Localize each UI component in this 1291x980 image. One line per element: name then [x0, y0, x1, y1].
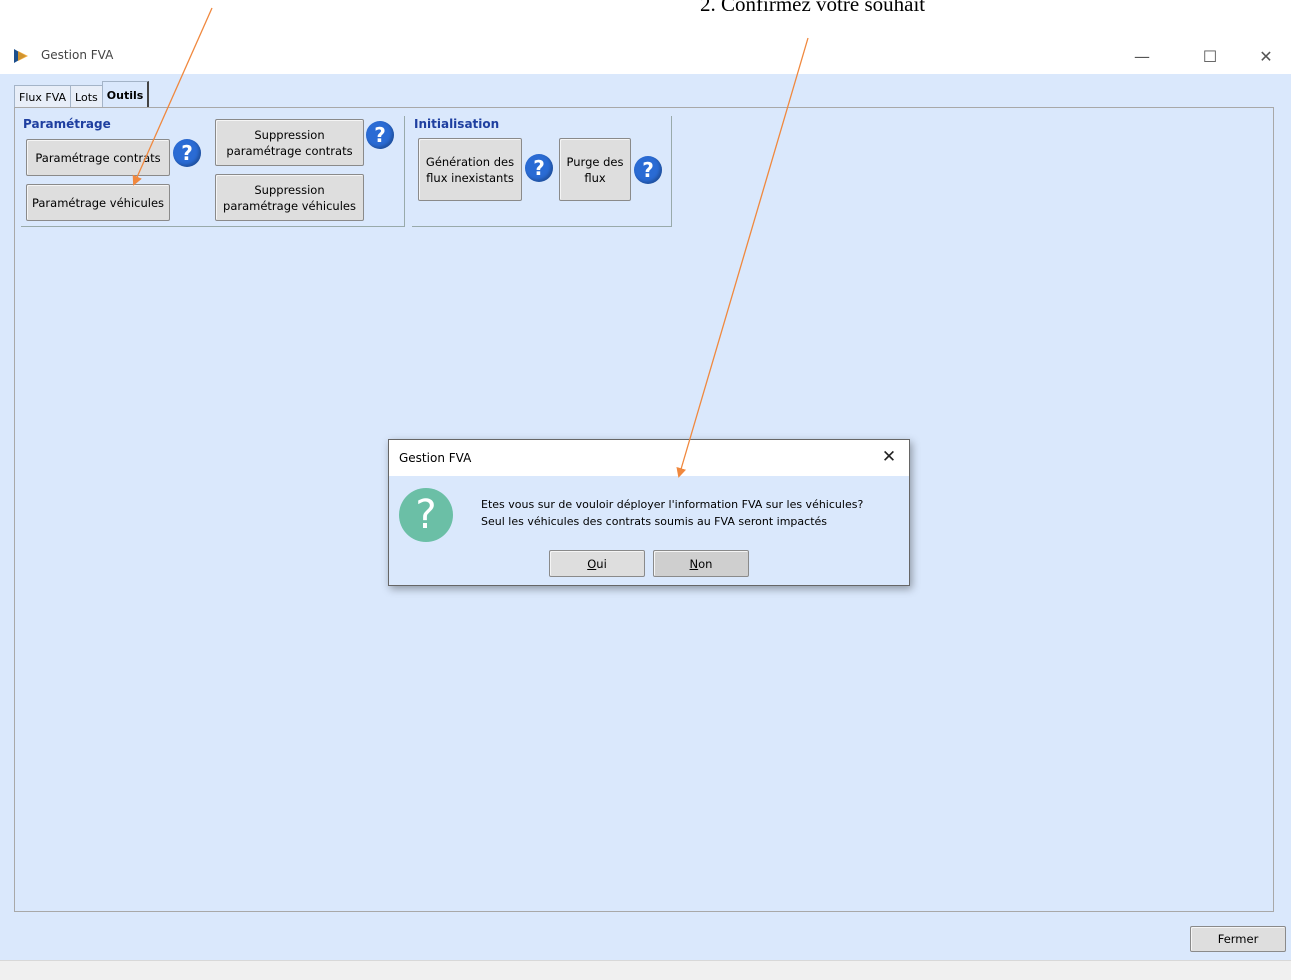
suppression-vehicules-line2: paramétrage véhicules — [223, 198, 356, 213]
tab-lots[interactable]: Lots — [70, 85, 103, 108]
suppression-vehicules-line1: Suppression — [254, 182, 325, 197]
purge-line2: flux — [584, 170, 606, 185]
help-suppression-icon[interactable]: ? — [366, 121, 394, 149]
suppression-contrats-line2: paramétrage contrats — [226, 143, 353, 158]
dialog-message: Etes vous sur de vouloir déployer l'info… — [481, 496, 863, 530]
generation-flux-button[interactable]: Génération des flux inexistants — [418, 138, 522, 201]
tab-outils[interactable]: Outils — [101, 81, 150, 108]
close-button[interactable]: ✕ — [1246, 38, 1286, 74]
help-generation-icon[interactable]: ? — [525, 154, 553, 182]
parametrage-contrats-button[interactable]: Paramétrage contrats — [26, 139, 170, 176]
suppression-contrats-button[interactable]: Suppression paramétrage contrats — [215, 119, 364, 166]
window-titlebar: Gestion FVA — ☐ ✕ — [0, 38, 1291, 74]
initialisation-group: Initialisation Génération des flux inexi… — [412, 116, 672, 227]
dialog-title: Gestion FVA — [399, 451, 472, 465]
generation-line2: flux inexistants — [426, 170, 514, 185]
non-label-rest: on — [698, 556, 713, 571]
help-purge-icon[interactable]: ? — [634, 156, 662, 184]
help-contrats-icon[interactable]: ? — [173, 139, 201, 167]
suppression-contrats-line1: Suppression — [254, 127, 325, 142]
oui-label-rest: ui — [596, 556, 607, 571]
confirm-dialog: Gestion FVA ✕ ? Etes vous sur de vouloir… — [388, 439, 910, 586]
tab-strip: Flux FVA Lots Outils — [14, 81, 150, 108]
dialog-titlebar: Gestion FVA ✕ — [389, 440, 909, 476]
suppression-vehicules-button[interactable]: Suppression paramétrage véhicules — [215, 174, 364, 221]
annotation-text: 2. Confirmez votre souhait — [700, 0, 926, 16]
window-title: Gestion FVA — [41, 48, 114, 62]
initialisation-group-title: Initialisation — [414, 117, 500, 131]
dialog-message-line2: Seul les véhicules des contrats soumis a… — [481, 515, 828, 528]
fermer-button[interactable]: Fermer — [1190, 926, 1286, 952]
dialog-message-line1: Etes vous sur de vouloir déployer l'info… — [481, 498, 864, 511]
tab-flux-fva[interactable]: Flux FVA — [14, 85, 72, 108]
parametrage-vehicules-button[interactable]: Paramétrage véhicules — [26, 184, 170, 221]
status-bar — [0, 960, 1291, 980]
parametrage-group: Paramétrage Paramétrage contrats ? Param… — [21, 116, 405, 227]
question-icon: ? — [399, 488, 453, 542]
oui-mnemonic: O — [587, 556, 597, 571]
generation-line1: Génération des — [425, 154, 515, 169]
purge-flux-button[interactable]: Purge des flux — [559, 138, 631, 201]
purge-line1: Purge des — [566, 154, 624, 169]
dialog-close-icon[interactable]: ✕ — [877, 445, 901, 469]
non-mnemonic: N — [689, 556, 699, 571]
parametrage-group-title: Paramétrage — [23, 117, 111, 131]
non-button[interactable]: Non — [653, 550, 749, 577]
oui-button[interactable]: Oui — [549, 550, 645, 577]
minimize-button[interactable]: — — [1122, 38, 1162, 74]
maximize-button[interactable]: ☐ — [1190, 38, 1230, 74]
app-logo-icon — [14, 49, 28, 63]
